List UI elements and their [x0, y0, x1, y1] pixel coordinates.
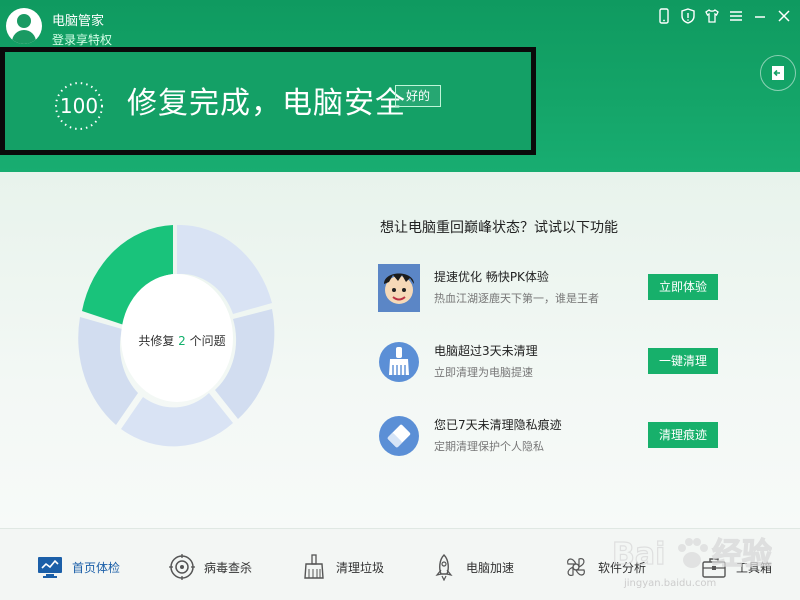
minimize-icon[interactable] [752, 8, 768, 24]
svg-text:Bai: Bai [612, 537, 665, 572]
status-message: 修复完成，电脑安全 [127, 86, 406, 121]
header: 电脑管家 登录享特权 100 修复完成，电脑安全 好的 [0, 0, 800, 172]
promo-item-title: 提速优化 畅快PK体验 [434, 270, 549, 284]
rocket-icon [435, 554, 453, 581]
app-window: 电脑管家 登录享特权 100 修复完成，电脑安全 好的 共修复 2 个问题 想让… [0, 0, 800, 600]
promo-item-desc: 热血江湖逐鹿天下第一，谁是王者 [434, 292, 599, 305]
titlebar-icons [656, 8, 792, 24]
virus-scan-icon [169, 554, 195, 580]
promo-item-title: 电脑超过3天未清理 [434, 344, 538, 358]
broom-icon [379, 342, 419, 382]
app-title: 电脑管家 [52, 14, 105, 29]
shield-icon[interactable] [680, 8, 696, 24]
login-link[interactable]: 登录享特权 [52, 31, 112, 48]
nav-virus-scan[interactable]: 病毒查杀 [168, 549, 252, 585]
avatar[interactable] [6, 8, 42, 44]
nav-label: 清理垃圾 [336, 560, 385, 575]
nav-speedup[interactable]: 电脑加速 [430, 549, 514, 585]
nav-clean-junk[interactable]: 清理垃圾 [300, 549, 384, 585]
nav-home-checkup[interactable]: 首页体检 [36, 549, 120, 585]
svg-text:经验: 经验 [712, 537, 772, 572]
broom-icon [304, 554, 324, 579]
nav-label: 病毒查杀 [204, 560, 253, 575]
promo-item-desc: 立即清理为电脑提速 [434, 366, 533, 379]
main-panel: 共修复 2 个问题 想让电脑重回巅峰状态？试试以下功能 提速优化 畅快PK体验 … [0, 172, 800, 528]
repair-summary: 共修复 2 个问题 [122, 332, 242, 349]
ok-button[interactable]: 好的 [395, 85, 442, 107]
promo-title: 想让电脑重回巅峰状态？试试以下功能 [380, 220, 618, 236]
eraser-icon [379, 416, 419, 456]
nav-label: 电脑加速 [466, 560, 515, 575]
monitor-check-icon [38, 557, 62, 578]
watermark-text: jingyan.baidu.com [624, 578, 717, 589]
try-now-button[interactable]: 立即体验 [648, 274, 718, 300]
one-click-clean-button[interactable]: 一键清理 [648, 348, 718, 374]
promo-item-title: 您已7天未清理隐私痕迹 [434, 418, 562, 432]
status-banner: 100 修复完成，电脑安全 好的 [0, 47, 536, 155]
menu-icon[interactable] [728, 8, 744, 24]
game-character-icon [378, 264, 420, 312]
promo-item-desc: 定期清理保护个人隐私 [434, 440, 544, 453]
summary-count: 2 [178, 334, 186, 348]
shirt-icon[interactable] [704, 8, 720, 24]
nav-label: 首页体检 [72, 560, 121, 575]
score-value: 100 [59, 94, 99, 118]
baidu-paw-watermark-icon: Bai 经验 [612, 536, 772, 572]
avatar-body [12, 30, 36, 44]
clear-traces-button[interactable]: 清理痕迹 [648, 422, 718, 448]
exit-button[interactable] [760, 55, 796, 91]
software-analysis-icon [567, 558, 585, 576]
promo-item-game: 提速优化 畅快PK体验 热血江湖逐鹿天下第一，谁是王者 立即体验 [378, 264, 738, 316]
summary-suffix: 个问题 [189, 334, 226, 348]
close-icon[interactable] [776, 8, 792, 24]
promo-item-cleanup: 电脑超过3天未清理 立即清理为电脑提速 一键清理 [378, 338, 738, 390]
exit-icon [772, 66, 784, 80]
avatar-head [17, 14, 31, 28]
summary-prefix: 共修复 [138, 334, 175, 348]
promo-item-privacy: 您已7天未清理隐私痕迹 定期清理保护个人隐私 清理痕迹 [378, 412, 738, 464]
phone-icon[interactable] [656, 8, 672, 24]
